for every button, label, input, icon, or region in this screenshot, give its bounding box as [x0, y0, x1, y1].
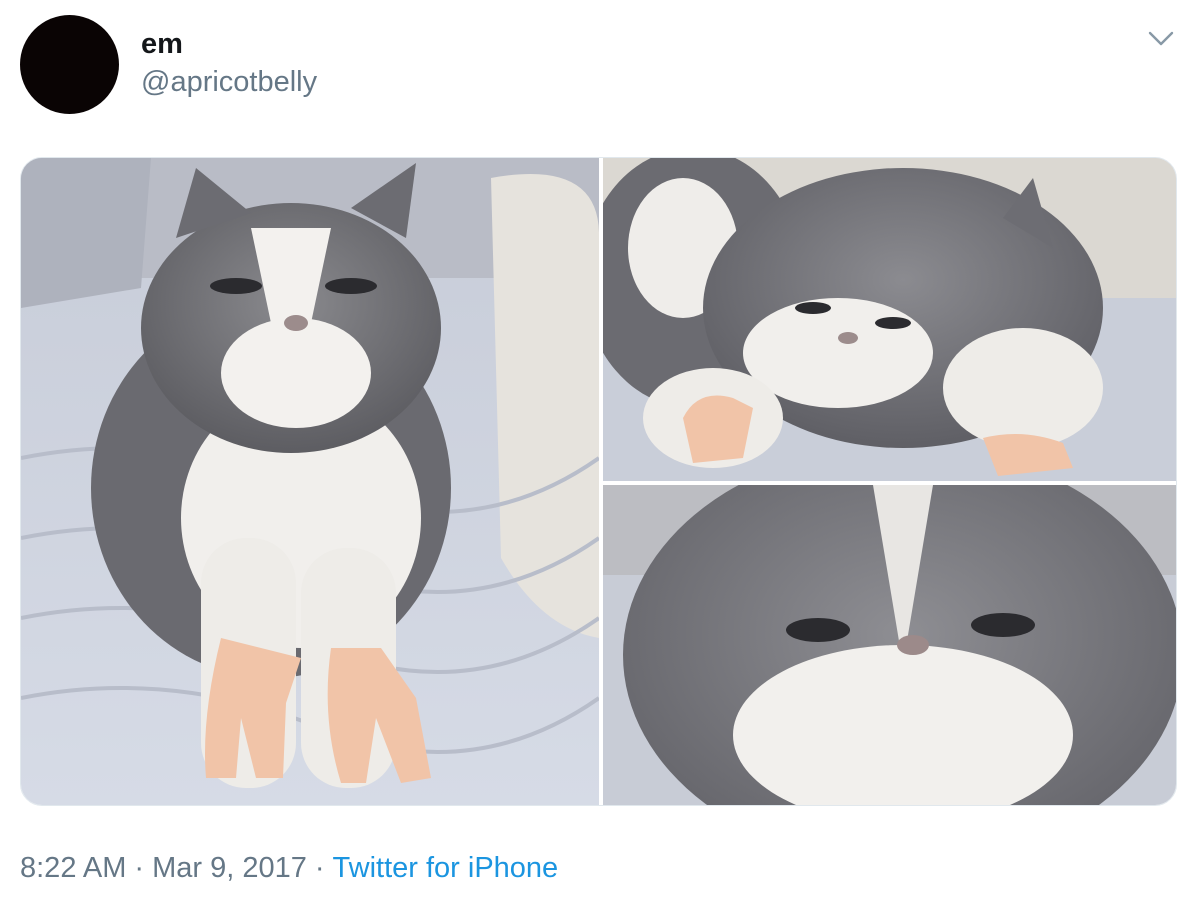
tweet-photo-3[interactable] [603, 485, 1176, 805]
tweet-source-link[interactable]: Twitter for iPhone [333, 852, 559, 884]
avatar[interactable] [20, 15, 119, 114]
display-name[interactable]: em [141, 28, 183, 60]
chevron-down-icon[interactable] [1146, 26, 1176, 50]
media-grid [20, 157, 1177, 806]
user-handle[interactable]: @apricotbelly [141, 65, 317, 99]
tweet-photo-1[interactable] [21, 158, 599, 805]
separator: · [314, 852, 325, 884]
tweet-time[interactable]: 8:22 AM [20, 852, 126, 884]
tweet-photo-2[interactable] [603, 158, 1176, 481]
tweet-meta: 8:22 AM · Mar 9, 2017 · Twitter for iPhone [20, 850, 558, 886]
separator: · [134, 852, 145, 884]
tweet-date[interactable]: Mar 9, 2017 [152, 852, 307, 884]
